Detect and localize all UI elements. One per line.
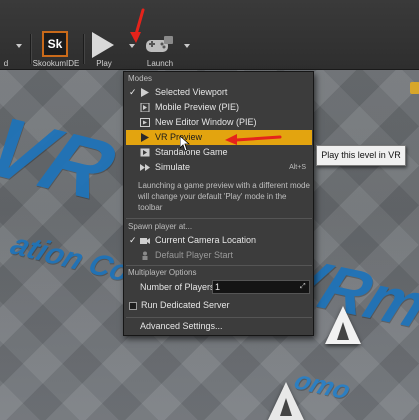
menu-section-modes: Modes: [128, 74, 153, 83]
annotation-arrow-down-icon: [130, 8, 145, 43]
skookum-icon: Sk: [42, 31, 68, 57]
editor-toolbar: d SkookumIDE Sk Play Launch: [0, 0, 419, 70]
play-icon: [92, 32, 114, 58]
menu-item-simulate[interactable]: Simulate Alt+S: [126, 160, 312, 175]
number-of-players-input[interactable]: 1 ⤢: [212, 280, 310, 294]
player-start-marker-icon[interactable]: [268, 382, 304, 420]
play-label: Play: [96, 59, 112, 68]
menu-divider: [126, 317, 312, 318]
tooltip: Play this level in VR: [316, 145, 406, 166]
skookum-ide-label: SkookumIDE: [32, 59, 80, 68]
checkmark-icon: ✓: [129, 87, 137, 97]
viewport-play-icon: [141, 88, 149, 97]
menu-item-mobile-preview[interactable]: Mobile Preview (PIE): [126, 100, 312, 115]
menu-item-new-editor-window[interactable]: New Editor Window (PIE): [126, 115, 312, 130]
floor-text-vr: VR: [0, 100, 130, 218]
toolbar-separator: [30, 34, 31, 64]
viewport-option-icon[interactable]: [410, 82, 419, 94]
menu-item-current-camera-location[interactable]: ✓ Current Camera Location: [126, 233, 312, 248]
player-start-icon: [142, 251, 148, 260]
mode-description: Launching a game preview with a differen…: [138, 181, 310, 212]
menu-item-advanced-settings[interactable]: Advanced Settings...: [126, 319, 312, 334]
spin-arrows-icon[interactable]: ⤢: [300, 283, 307, 291]
menu-item-vr-preview[interactable]: VR Preview: [126, 130, 312, 145]
toolbar-button-partial[interactable]: d: [0, 30, 12, 70]
simulate-shortcut: Alt+S: [289, 164, 306, 171]
menu-section-spawn: Spawn player at...: [128, 222, 193, 231]
simulate-icon: [140, 164, 150, 171]
menu-item-default-player-start[interactable]: Default Player Start: [126, 248, 312, 263]
annotation-arrow-left-icon: [225, 134, 282, 145]
dedicated-server-label: Run Dedicated Server: [141, 300, 230, 310]
player-start-marker-icon[interactable]: [325, 306, 361, 344]
number-of-players-label: Number of Players: [140, 282, 215, 292]
menu-divider: [126, 218, 312, 219]
menu-divider: [126, 265, 312, 266]
vr-preview-icon: [141, 133, 149, 142]
mobile-preview-icon: [140, 103, 150, 112]
new-window-icon: [140, 118, 150, 127]
play-options-menu: Modes ✓ Selected Viewport Mobile Preview…: [123, 71, 314, 336]
standalone-game-icon: [140, 148, 150, 157]
camera-icon: [140, 238, 150, 244]
menu-section-multiplayer: Multiplayer Options: [128, 268, 197, 277]
menu-item-standalone-game[interactable]: Standalone Game: [126, 145, 312, 160]
play-options-chevron-down-icon[interactable]: [129, 44, 135, 48]
launch-label: Launch: [146, 59, 174, 68]
launch-options-chevron-down-icon[interactable]: [184, 44, 190, 48]
mouse-cursor-icon: [180, 136, 190, 152]
menu-item-selected-viewport[interactable]: ✓ Selected Viewport: [126, 85, 312, 100]
chevron-down-icon[interactable]: [16, 44, 22, 48]
checkmark-icon: ✓: [129, 235, 137, 245]
dedicated-server-row[interactable]: Run Dedicated Server: [126, 299, 312, 313]
number-of-players-row: Number of Players 1 ⤢: [126, 278, 312, 296]
dedicated-server-checkbox[interactable]: [129, 302, 137, 310]
